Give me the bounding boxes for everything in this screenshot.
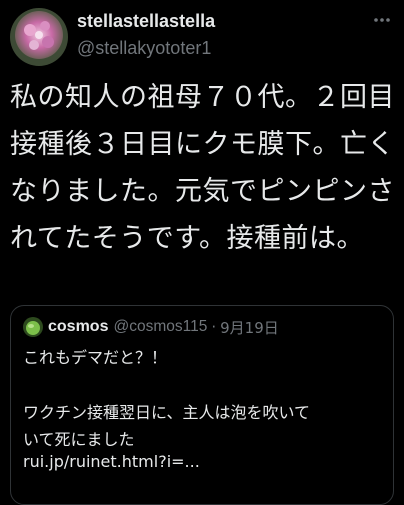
quoted-text-line: ワクチン接種翌日に、主人は泡を吹いて: [23, 403, 311, 422]
quoted-tweet-header: cosmos @cosmos115 · 9月19日: [23, 316, 279, 338]
quoted-display-name[interactable]: cosmos: [48, 318, 108, 336]
tweet-header: stellastellastella @stellakyototer1: [10, 8, 394, 68]
quoted-tweet[interactable]: cosmos @cosmos115 · 9月19日 これもデマだと？！ ワクチン…: [10, 305, 394, 505]
tweet-text: 私の知人の祖母７０代。２回目接種後３日目にクモ膜下。亡くなりました。元気でピンピ…: [10, 82, 395, 254]
display-name[interactable]: stellastellastella: [77, 11, 215, 32]
quoted-text-line: これもデマだと？！: [23, 348, 168, 367]
quoted-avatar[interactable]: [23, 317, 43, 337]
user-handle[interactable]: @stellakyototer1: [77, 38, 211, 59]
quoted-text-line: いて死にました: [23, 430, 135, 449]
separator-dot: ·: [211, 318, 217, 336]
quoted-link[interactable]: rui.jp/ruinet.html?i=...: [23, 452, 200, 471]
more-options-icon[interactable]: [372, 10, 392, 30]
quoted-user-handle[interactable]: @cosmos115: [113, 318, 207, 336]
quoted-date[interactable]: 9月19日: [220, 317, 279, 338]
avatar[interactable]: [10, 8, 68, 66]
